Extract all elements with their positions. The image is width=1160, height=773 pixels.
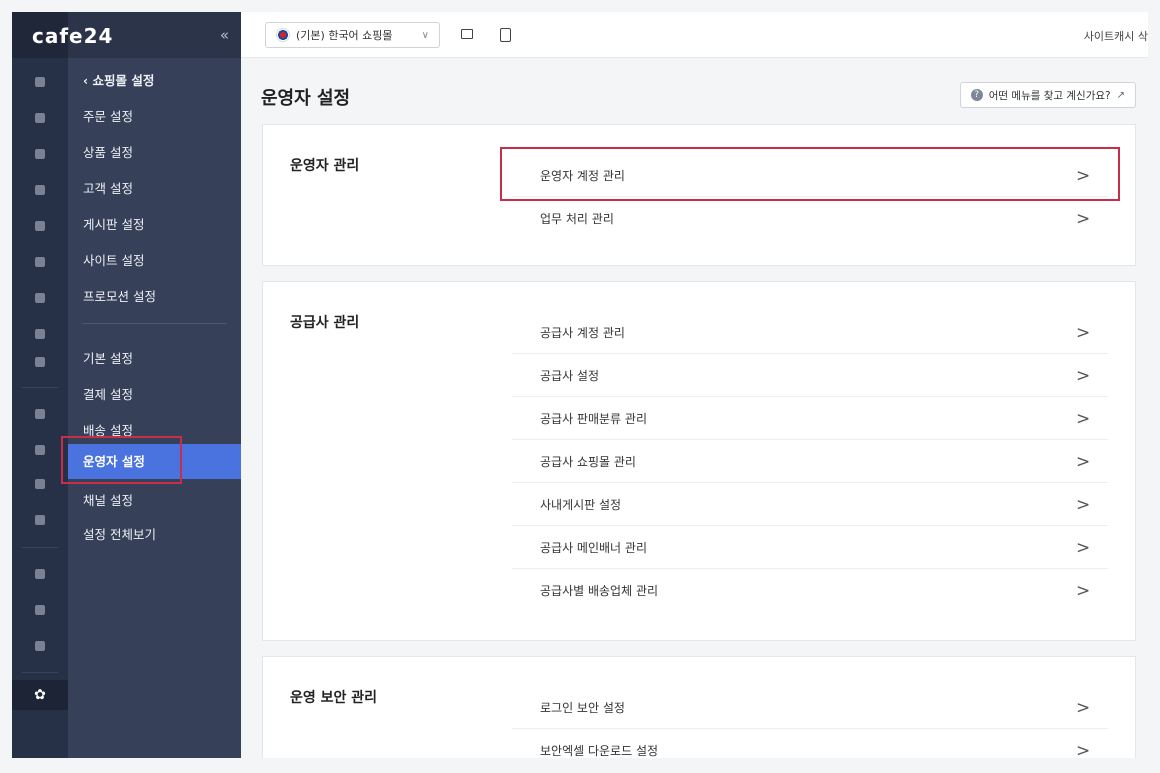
- sidebar-item-product[interactable]: 상품 설정: [83, 142, 133, 161]
- chevron-right-icon: >: [1076, 495, 1091, 515]
- rail-divider: [22, 387, 58, 388]
- menu-item-label: 공급사 메인배너 관리: [540, 540, 647, 555]
- section-title: 운영 보안 관리: [290, 690, 378, 706]
- menu-search-help-button[interactable]: ? 어떤 메뉴를 찾고 계신가요? ↗: [959, 82, 1136, 108]
- menu-item-label: 사내게시판 설정: [540, 497, 622, 512]
- sidebar-item-customer[interactable]: 고객 설정: [83, 178, 133, 197]
- menu-item-label: 공급사 설정: [540, 368, 600, 383]
- board-icon[interactable]: [12, 216, 68, 236]
- cafe24-logo[interactable]: cafe24: [32, 24, 113, 48]
- top-bar: (기본) 한국어 쇼핑몰 ∨ 사이트캐시 삭: [241, 12, 1148, 58]
- menu-item-supplier-carrier[interactable]: 공급사별 배송업체 관리 >: [512, 569, 1108, 612]
- icon-rail: ✿: [12, 12, 68, 758]
- menu-item-label: 업무 처리 관리: [540, 212, 614, 226]
- menu-item-label: 보안엑셀 다운로드 설정: [540, 744, 659, 758]
- link-icon[interactable]: [12, 636, 68, 656]
- chevron-right-icon: >: [1076, 538, 1091, 558]
- sidebar-item-basic[interactable]: 기본 설정: [83, 348, 133, 367]
- user-icon[interactable]: [12, 180, 68, 200]
- korea-flag-icon: [276, 28, 290, 42]
- section-title: 운영자 관리: [290, 158, 360, 174]
- menu-item-label: 공급사 쇼핑몰 관리: [540, 454, 636, 469]
- external-link-icon: ↗: [1116, 89, 1125, 101]
- menu-item-login-security[interactable]: 로그인 보안 설정 >: [512, 686, 1108, 729]
- monitor-icon[interactable]: [12, 474, 68, 494]
- menu-item-internal-board[interactable]: 사내게시판 설정 >: [512, 483, 1108, 526]
- rail-divider: [22, 672, 58, 673]
- cart-icon[interactable]: [12, 108, 68, 128]
- sidebar-item-payment[interactable]: 결제 설정: [83, 384, 133, 403]
- shirt-icon[interactable]: [12, 144, 68, 164]
- chevron-right-icon: >: [1076, 366, 1091, 386]
- coupon-icon[interactable]: [12, 288, 68, 308]
- sidebar-back-shop-settings[interactable]: ‹ 쇼핑몰 설정: [83, 70, 154, 89]
- menu-item-supplier-mall[interactable]: 공급사 쇼핑몰 관리 >: [512, 440, 1108, 483]
- section-title: 공급사 관리: [290, 315, 360, 331]
- palette-icon[interactable]: [12, 252, 68, 272]
- sidebar-item-board[interactable]: 게시판 설정: [83, 214, 144, 233]
- collapse-sidebar-icon[interactable]: «: [220, 26, 229, 44]
- chevron-right-icon: >: [1076, 409, 1091, 429]
- rail-divider: [22, 547, 58, 548]
- store-select-value: (기본) 한국어 쇼핑몰: [296, 29, 393, 42]
- menu-item-label: 공급사 판매분류 관리: [540, 411, 647, 426]
- chevron-right-icon: >: [1076, 209, 1091, 229]
- menu-item-secure-excel[interactable]: 보안엑셀 다운로드 설정 >: [512, 729, 1108, 758]
- building-icon[interactable]: [12, 352, 68, 372]
- sidebar-item-site[interactable]: 사이트 설정: [83, 250, 144, 269]
- desktop-icon[interactable]: [461, 29, 473, 39]
- menu-item-label: 공급사 계정 관리: [540, 325, 625, 340]
- megaphone-icon[interactable]: [12, 440, 68, 460]
- mobile-icon[interactable]: [500, 28, 511, 42]
- highlight-box: [500, 147, 1120, 201]
- question-icon: ?: [970, 89, 983, 101]
- chart-icon[interactable]: [12, 324, 68, 344]
- menu-item-label: 공급사별 배송업체 관리: [540, 584, 659, 598]
- section-supplier-management: 공급사 관리 공급사 계정 관리 > 공급사 설정 > 공급사 판매분류 관리 …: [262, 281, 1136, 641]
- sidebar-item-promotion[interactable]: 프로모션 설정: [83, 286, 156, 305]
- settings-sidebar: cafe24 « ‹ 쇼핑몰 설정 주문 설정 상품 설정 고객 설정 게시판 …: [32, 12, 241, 758]
- section-operator-management: 운영자 관리 운영자 계정 관리 > 업무 처리 관리 >: [262, 124, 1136, 266]
- store-icon[interactable]: [12, 404, 68, 424]
- sidebar-item-channel[interactable]: 채널 설정: [83, 490, 133, 509]
- menu-item-supplier-banner[interactable]: 공급사 메인배너 관리 >: [512, 526, 1108, 569]
- section-security-management: 운영 보안 관리 로그인 보안 설정 > 보안엑셀 다운로드 설정 >: [262, 656, 1136, 758]
- sidebar-divider: [82, 323, 227, 324]
- store-select[interactable]: (기본) 한국어 쇼핑몰 ∨: [265, 22, 440, 48]
- chevron-right-icon: >: [1076, 581, 1091, 601]
- menu-item-label: 로그인 보안 설정: [540, 700, 625, 715]
- menu-item-task-processing[interactable]: 업무 처리 관리 >: [512, 197, 1108, 240]
- main-content: 운영자 설정 ? 어떤 메뉴를 찾고 계신가요? ↗ 운영자 관리 운영자 계정…: [241, 58, 1148, 758]
- help-button-label: 어떤 메뉴를 찾고 계신가요?: [988, 89, 1111, 102]
- site-cache-clear-link[interactable]: 사이트캐시 삭: [1084, 28, 1148, 44]
- menu-item-supplier-settings[interactable]: 공급사 설정 >: [512, 354, 1108, 397]
- chevron-down-icon: ∨: [421, 29, 429, 41]
- chevron-right-icon: >: [1076, 452, 1091, 472]
- chevron-right-icon: >: [1076, 698, 1091, 718]
- sidebar-item-order[interactable]: 주문 설정: [83, 106, 133, 125]
- apps-icon[interactable]: [12, 564, 68, 584]
- gear-icon[interactable]: ✿: [12, 680, 68, 710]
- truck-icon[interactable]: [12, 510, 68, 530]
- menu-list: 로그인 보안 설정 > 보안엑셀 다운로드 설정 >: [512, 686, 1108, 758]
- page-title: 운영자 설정: [261, 88, 351, 109]
- home-icon[interactable]: [12, 72, 68, 92]
- menu-list: 공급사 계정 관리 > 공급사 설정 > 공급사 판매분류 관리 > 공급사 쇼…: [512, 311, 1108, 612]
- menu-item-supplier-category[interactable]: 공급사 판매분류 관리 >: [512, 397, 1108, 440]
- sidebar-item-all-settings[interactable]: 설정 전체보기: [83, 524, 156, 543]
- menu-item-supplier-account[interactable]: 공급사 계정 관리 >: [512, 311, 1108, 354]
- chevron-right-icon: >: [1076, 323, 1091, 343]
- folder-icon[interactable]: [12, 600, 68, 620]
- chevron-right-icon: >: [1076, 741, 1091, 758]
- sidebar-highlight-box: [61, 436, 182, 484]
